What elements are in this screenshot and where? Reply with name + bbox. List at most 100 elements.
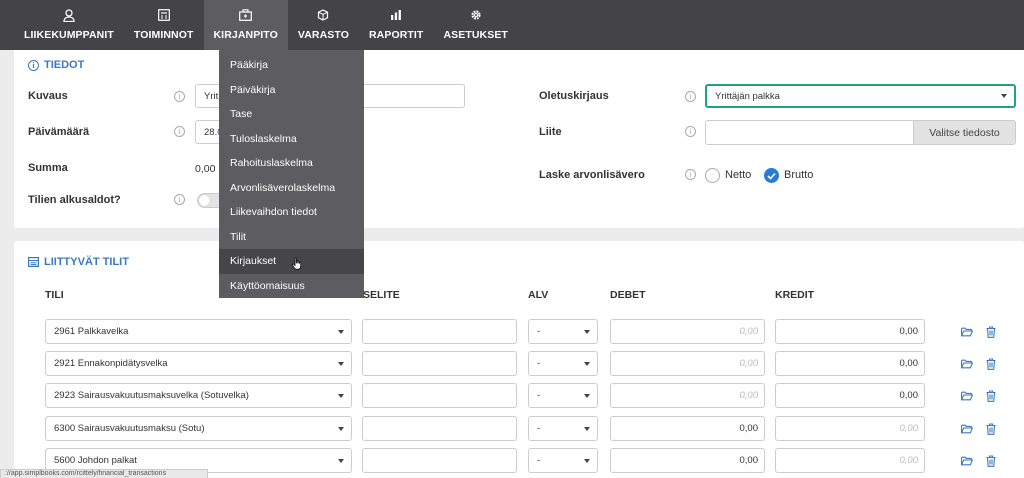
debet-input[interactable]: 0,00 xyxy=(610,319,765,344)
menu-item-tase[interactable]: Tase xyxy=(219,102,364,127)
chevron-down-icon xyxy=(584,361,590,366)
nav-toiminnot[interactable]: TOIMINNOT xyxy=(124,0,204,50)
alv-select[interactable]: - xyxy=(528,319,598,344)
chevron-down-icon xyxy=(338,361,344,366)
account-value: 5600 Johdon palkat xyxy=(54,455,137,466)
menu-item-tilit[interactable]: Tilit xyxy=(219,225,364,250)
nav-asetukset[interactable]: ASETUKSET xyxy=(433,0,518,50)
debet-value: 0,00 xyxy=(739,358,759,369)
selite-input[interactable] xyxy=(362,383,517,408)
alv-select[interactable]: - xyxy=(528,448,598,473)
trash-icon[interactable] xyxy=(986,358,996,370)
info-icon: i xyxy=(174,194,185,205)
kredit-input[interactable]: 0,00 xyxy=(775,351,925,376)
nav-liikekumppanit[interactable]: LIIKEKUMPPANIT xyxy=(14,0,124,50)
bar-chart-icon xyxy=(390,8,402,22)
kredit-value: 0,00 xyxy=(899,390,919,401)
alv-select[interactable]: - xyxy=(528,351,598,376)
debet-value: 0,00 xyxy=(739,455,759,466)
gear-icon xyxy=(470,8,482,22)
chevron-down-icon xyxy=(584,426,590,431)
menu-item-tuloslaskelma[interactable]: Tuloslaskelma xyxy=(219,127,364,152)
menu-item-arvonlisaverolaskelma[interactable]: Arvonlisäverolaskelma xyxy=(219,176,364,201)
menu-item-paakirja[interactable]: Pääkirja xyxy=(219,53,364,78)
folder-open-icon[interactable] xyxy=(961,391,973,401)
selite-input[interactable] xyxy=(362,319,517,344)
kredit-input[interactable]: 0,00 xyxy=(775,383,925,408)
info-icon: i xyxy=(28,59,39,71)
chevron-down-icon xyxy=(584,329,590,334)
chevron-down-icon xyxy=(338,458,344,463)
chevron-down-icon xyxy=(584,458,590,463)
header-selite: SELITE xyxy=(363,289,400,301)
menu-item-kayttoomaisuus[interactable]: Käyttöomaisuus xyxy=(219,274,364,299)
brutto-radio[interactable] xyxy=(764,168,779,183)
trash-icon[interactable] xyxy=(986,455,996,467)
debet-value: 0,00 xyxy=(739,390,759,401)
account-value: 2921 Ennakonpidätysvelka xyxy=(54,358,168,369)
menu-item-liikevaihdon-tiedot[interactable]: Liikevaihdon tiedot xyxy=(219,200,364,225)
nav-raportit[interactable]: RAPORTIT xyxy=(359,0,433,50)
nav-varasto[interactable]: VARASTO xyxy=(288,0,359,50)
selite-input[interactable] xyxy=(362,351,517,376)
summa-value: 0,00 xyxy=(195,163,216,175)
nav-label: TOIMINNOT xyxy=(133,29,194,41)
kredit-value: 0,00 xyxy=(899,358,919,369)
alv-value: - xyxy=(537,358,541,369)
kredit-value: 0,00 xyxy=(899,455,919,466)
alv-value: - xyxy=(537,390,541,401)
choose-file-button[interactable]: Valitse tiedosto xyxy=(913,120,1016,145)
person-icon xyxy=(63,8,75,22)
nav-label: LIIKEKUMPPANIT xyxy=(24,29,114,41)
status-bar-url: ://app.simplbooks.com/rcittely/financial… xyxy=(0,469,208,478)
nav-kirjanpito[interactable]: KIRJANPITO xyxy=(203,0,288,50)
folder-open-icon[interactable] xyxy=(961,424,973,434)
oletuskirjaus-select[interactable]: Yrittäjän palkka xyxy=(705,84,1016,108)
trash-icon[interactable] xyxy=(986,390,996,402)
header-alv: ALV xyxy=(528,289,549,301)
nav-label: KIRJANPITO xyxy=(213,29,278,41)
alv-select[interactable]: - xyxy=(528,383,598,408)
summa-label: Summa xyxy=(28,162,68,174)
account-value: 6300 Sairausvakuutusmaksu (Sotu) xyxy=(54,423,205,434)
top-nav: LIIKEKUMPPANIT TOIMINNOT KIRJANPITO VARA… xyxy=(0,0,1024,50)
tiedot-section-title: i TIEDOT xyxy=(28,59,84,71)
selite-input[interactable] xyxy=(362,416,517,441)
folder-open-icon[interactable] xyxy=(961,359,973,369)
account-select[interactable]: 2961 Palkkavelka xyxy=(45,319,352,344)
debet-input[interactable]: 0,00 xyxy=(610,351,765,376)
kredit-input[interactable]: 0,00 xyxy=(775,319,925,344)
kredit-input[interactable]: 0,00 xyxy=(775,448,925,473)
netto-radio[interactable] xyxy=(705,168,720,183)
debet-input[interactable]: 0,00 xyxy=(610,448,765,473)
alv-select[interactable]: - xyxy=(528,416,598,441)
account-select[interactable]: 2923 Sairausvakuutusmaksuvelka (Sotuvelk… xyxy=(45,383,352,408)
account-select[interactable]: 6300 Sairausvakuutusmaksu (Sotu) xyxy=(45,416,352,441)
menu-item-rahoituslaskelma[interactable]: Rahoituslaskelma xyxy=(219,151,364,176)
menu-item-paivakirja[interactable]: Päiväkirja xyxy=(219,78,364,103)
liite-label: Liite xyxy=(539,126,562,138)
trash-icon[interactable] xyxy=(986,326,996,338)
selite-input[interactable] xyxy=(362,448,517,473)
alv-value: - xyxy=(537,455,541,466)
debet-input[interactable]: 0,00 xyxy=(610,416,765,441)
nav-label: ASETUKSET xyxy=(443,29,508,41)
liite-file-input[interactable] xyxy=(705,120,915,145)
debet-input[interactable]: 0,00 xyxy=(610,383,765,408)
kredit-value: 0,00 xyxy=(899,423,919,434)
account-select[interactable]: 2921 Ennakonpidätysvelka xyxy=(45,351,352,376)
info-icon: i xyxy=(174,126,185,137)
briefcase-icon xyxy=(239,8,253,22)
info-icon: i xyxy=(685,91,696,102)
check-icon xyxy=(767,172,776,180)
alv-value: - xyxy=(537,423,541,434)
folder-open-icon[interactable] xyxy=(961,456,973,466)
nav-label: RAPORTIT xyxy=(368,29,424,41)
alkusaldot-label: Tilien alkusaldot? xyxy=(28,194,121,206)
chevron-down-icon xyxy=(338,393,344,398)
kredit-input[interactable]: 0,00 xyxy=(775,416,925,441)
trash-icon[interactable] xyxy=(986,423,996,435)
toggle-knob xyxy=(199,195,210,206)
folder-open-icon[interactable] xyxy=(961,327,973,337)
nav-label: VARASTO xyxy=(297,29,349,41)
